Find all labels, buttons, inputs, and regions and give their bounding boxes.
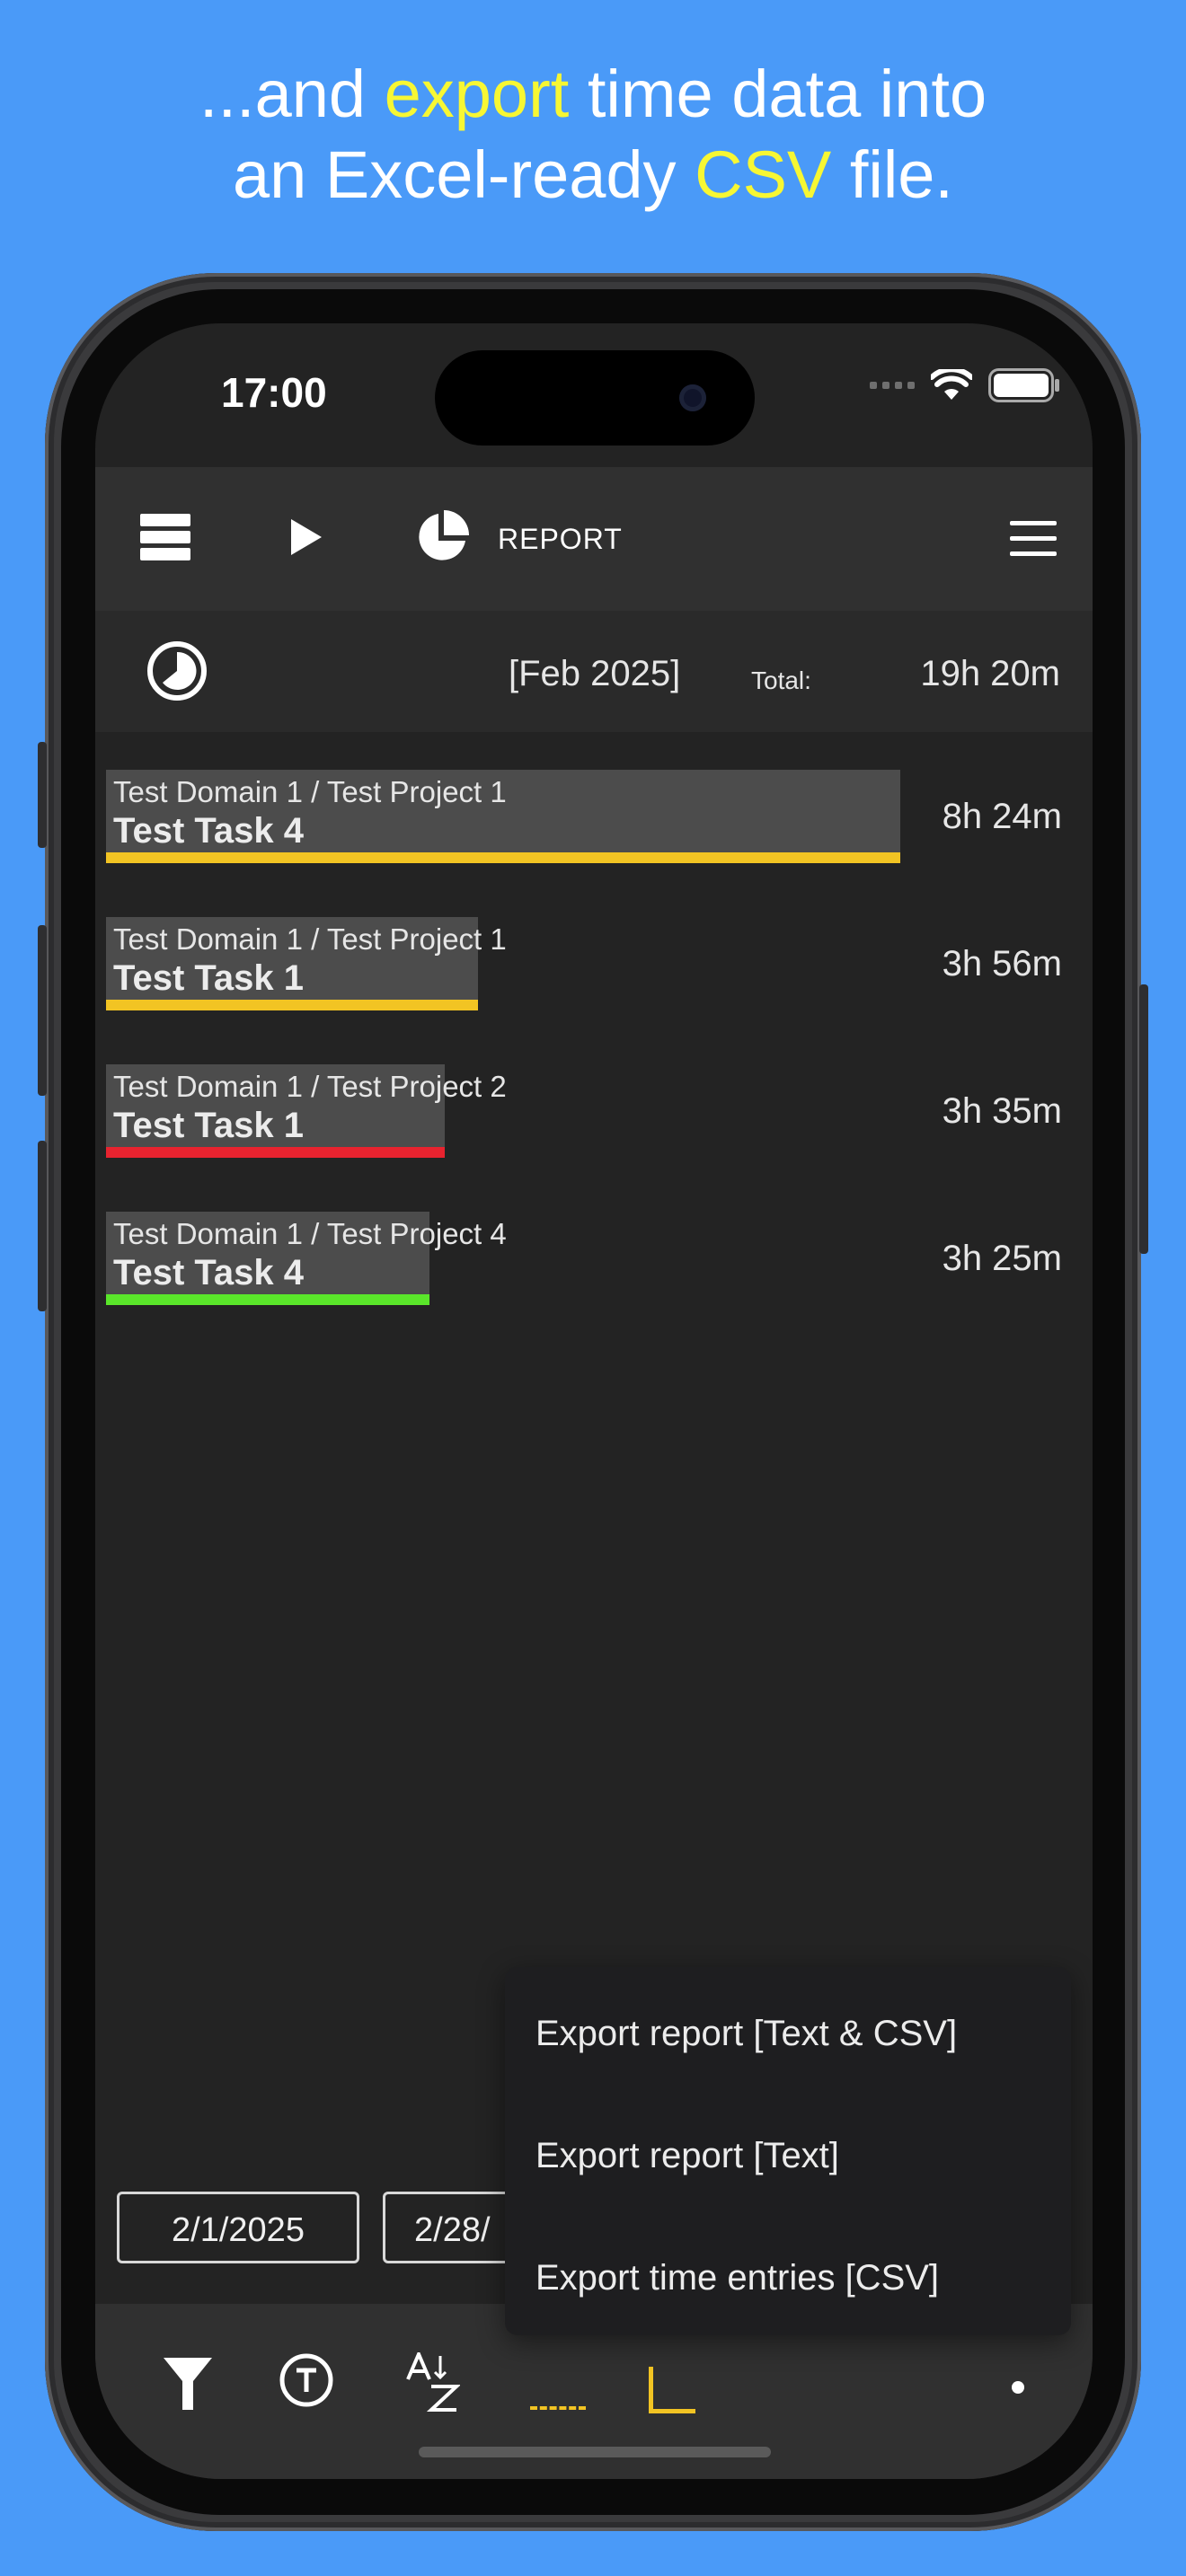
pie-clock-icon[interactable] (146, 640, 208, 702)
app-screen: 17:00 REPORT [Feb 2025] Total: 19h 20m T… (95, 323, 1093, 2479)
project-path: Test Domain 1 / Test Project 4 (113, 1217, 507, 1250)
list-icon[interactable] (140, 514, 190, 560)
project-path: Test Domain 1 / Test Project 1 (113, 922, 507, 956)
total-label: Total: (751, 666, 811, 694)
chart-icon[interactable] (649, 2367, 695, 2413)
task-duration: 8h 24m (942, 797, 1062, 836)
cellular-signal-icon (870, 382, 915, 389)
top-toolbar: REPORT (95, 467, 1093, 611)
volume-up-button (38, 925, 47, 1096)
export-menu: Export report [Text & CSV] Export report… (505, 1967, 1071, 2335)
action-button (38, 742, 47, 848)
report-row[interactable]: Test Domain 1 / Test Project 2 Test Task… (106, 1064, 1085, 1158)
volume-down-button (38, 1141, 47, 1311)
report-row[interactable]: Test Domain 1 / Test Project 4 Test Task… (106, 1212, 1085, 1305)
export-icon[interactable] (530, 2365, 586, 2410)
hamburger-menu-icon[interactable] (1010, 521, 1057, 557)
report-summary: [Feb 2025] Total: 19h 20m (95, 611, 1093, 732)
promo-headline: ...and export time data into an Excel-re… (0, 54, 1186, 216)
task-name: Test Task 1 (113, 958, 304, 998)
task-duration: 3h 56m (942, 944, 1062, 984)
export-report-text-item[interactable]: Export report [Text] (535, 2136, 839, 2176)
headline-line-1: ...and export time data into (199, 57, 987, 131)
report-period[interactable]: [Feb 2025] (509, 654, 680, 694)
headline-line-2: an Excel-ready CSV file. (232, 137, 953, 212)
start-date-field[interactable]: 2/1/2025 (117, 2192, 359, 2263)
project-path: Test Domain 1 / Test Project 1 (113, 775, 507, 808)
report-tab-label[interactable]: REPORT (498, 523, 623, 556)
more-icon[interactable] (1012, 2381, 1024, 2394)
color-indicator (106, 1294, 429, 1305)
text-circle-icon[interactable] (279, 2352, 334, 2408)
task-name: Test Task 1 (113, 1106, 304, 1145)
dynamic-island (435, 350, 755, 446)
home-indicator (419, 2447, 771, 2457)
power-button (1139, 984, 1148, 1254)
export-time-entries-csv-item[interactable]: Export time entries [CSV] (535, 2258, 939, 2298)
total-value: 19h 20m (920, 654, 1060, 693)
color-indicator (106, 852, 900, 863)
report-row[interactable]: Test Domain 1 / Test Project 1 Test Task… (106, 770, 1085, 863)
task-name: Test Task 4 (113, 1253, 304, 1292)
pie-chart-icon[interactable] (415, 510, 469, 564)
task-duration: 3h 25m (942, 1239, 1062, 1278)
project-path: Test Domain 1 / Test Project 2 (113, 1070, 507, 1103)
status-indicators (870, 368, 1060, 402)
color-indicator (106, 1147, 445, 1158)
sort-az-icon[interactable] (404, 2352, 460, 2412)
report-row[interactable]: Test Domain 1 / Test Project 1 Test Task… (106, 917, 1085, 1010)
status-time: 17:00 (221, 369, 327, 416)
camera-icon (679, 384, 706, 411)
filter-icon[interactable] (164, 2358, 212, 2410)
wifi-icon (931, 369, 972, 400)
task-duration: 3h 35m (942, 1091, 1062, 1131)
play-icon[interactable] (289, 517, 323, 557)
battery-icon (988, 368, 1059, 402)
task-name: Test Task 4 (113, 811, 304, 851)
color-indicator (106, 1000, 478, 1010)
export-report-text-csv-item[interactable]: Export report [Text & CSV] (535, 2014, 957, 2054)
